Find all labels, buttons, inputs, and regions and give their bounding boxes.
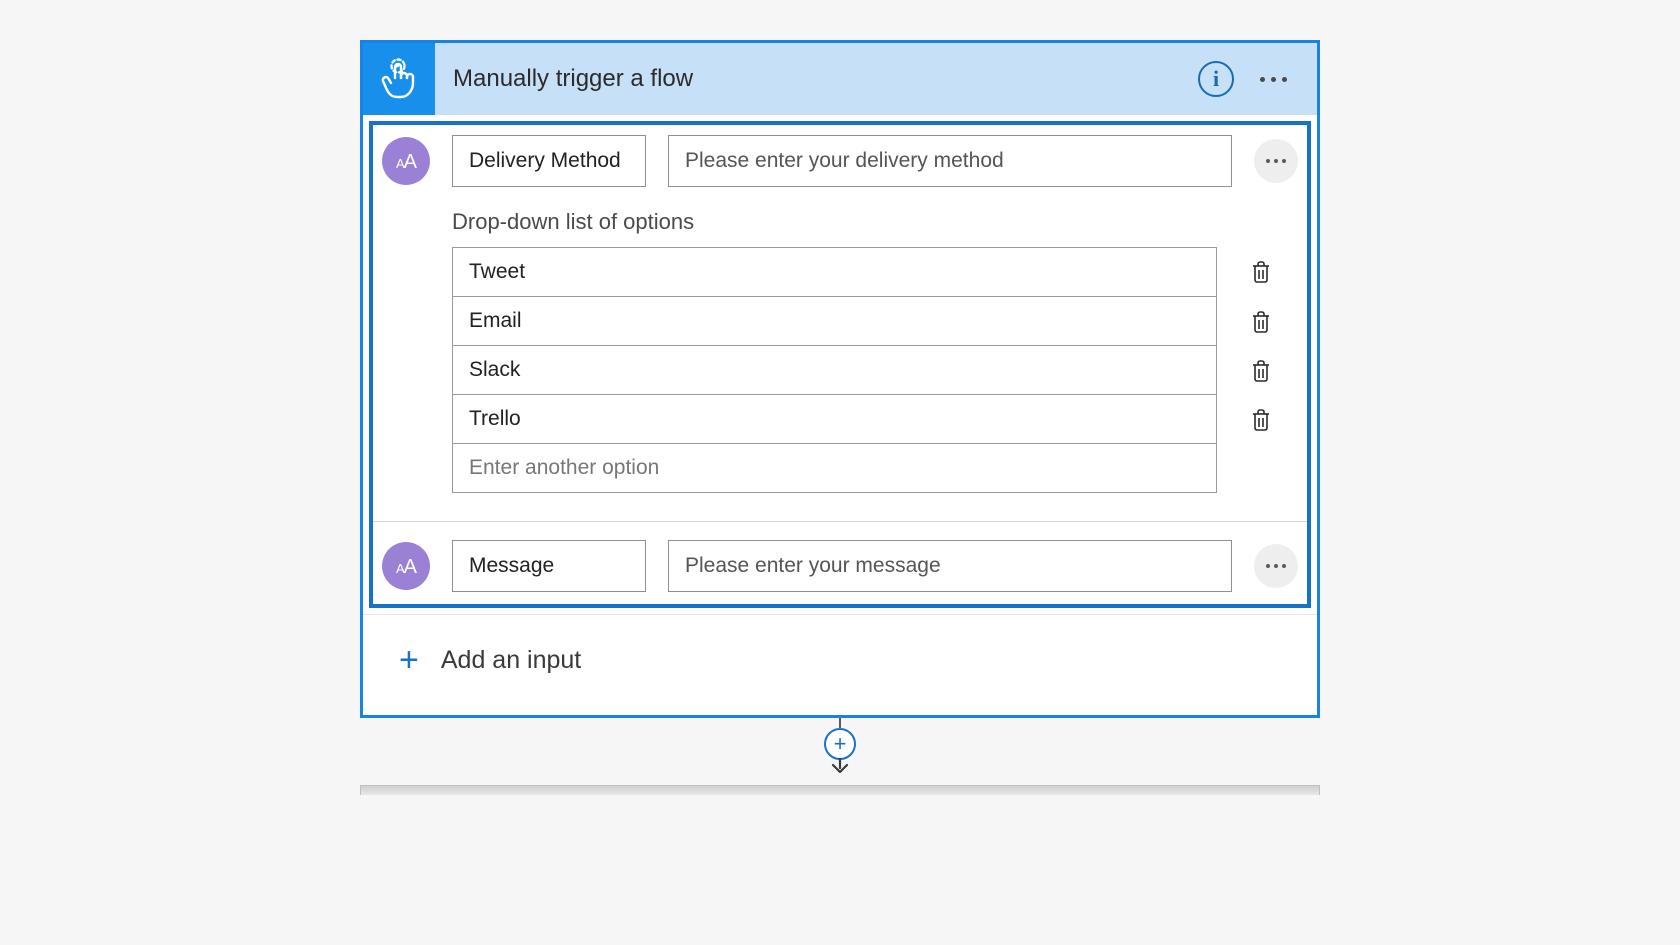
dropdown-option-row: Slack: [452, 346, 1217, 395]
next-card-peek: [360, 785, 1320, 795]
dropdown-option-row: Email: [452, 297, 1217, 346]
delete-option-button[interactable]: [1247, 308, 1275, 336]
trigger-card: Manually trigger a flow i AA Please ente…: [360, 40, 1320, 718]
connector-line: [839, 718, 841, 728]
input-row-message: AA Please enter your message: [382, 540, 1298, 592]
trigger-header[interactable]: Manually trigger a flow i: [363, 43, 1317, 115]
trigger-title: Manually trigger a flow: [453, 65, 1198, 93]
delete-option-button[interactable]: [1247, 357, 1275, 385]
input-more-menu[interactable]: [1254, 139, 1298, 183]
input-more-menu[interactable]: [1254, 544, 1298, 588]
manual-trigger-icon: [363, 43, 435, 115]
flow-connector: +: [360, 718, 1320, 779]
dropdown-option-value[interactable]: Email: [452, 296, 1217, 346]
input-name-field[interactable]: [452, 540, 646, 592]
dropdown-section-label: Drop-down list of options: [452, 209, 1298, 235]
dropdown-option-row: [452, 444, 1217, 493]
add-input-label: Add an input: [441, 646, 581, 675]
delete-option-button[interactable]: [1247, 258, 1275, 286]
text-type-icon: AA: [382, 542, 430, 590]
dropdown-option-row: Tweet: [452, 247, 1217, 297]
inputs-highlight-box: AA Please enter your delivery method Dro…: [369, 121, 1311, 608]
input-prompt-field[interactable]: Please enter your message: [668, 540, 1232, 592]
dropdown-option-value[interactable]: Tweet: [452, 247, 1217, 297]
text-type-icon: AA: [382, 137, 430, 185]
info-icon[interactable]: i: [1198, 61, 1234, 97]
input-prompt-field[interactable]: Please enter your delivery method: [668, 135, 1232, 187]
trigger-more-menu[interactable]: [1256, 69, 1291, 90]
dropdown-option-row: Trello: [452, 395, 1217, 444]
delete-option-button[interactable]: [1247, 406, 1275, 434]
arrow-down-icon: [829, 758, 851, 779]
dropdown-add-option-input[interactable]: [452, 443, 1217, 493]
input-divider: [373, 521, 1307, 522]
dropdown-options-section: Drop-down list of options Tweet Email Sl…: [452, 209, 1298, 493]
input-row-delivery-method: AA Please enter your delivery method: [382, 135, 1298, 187]
dropdown-add-option-field[interactable]: [469, 456, 1200, 480]
add-input-button[interactable]: + Add an input: [363, 614, 1317, 715]
dropdown-option-list: Tweet Email Slack: [452, 247, 1217, 493]
dropdown-option-value[interactable]: Slack: [452, 345, 1217, 395]
add-step-button[interactable]: +: [824, 728, 856, 760]
input-name-field[interactable]: [452, 135, 646, 187]
plus-icon: +: [399, 643, 419, 677]
dropdown-option-value[interactable]: Trello: [452, 394, 1217, 444]
